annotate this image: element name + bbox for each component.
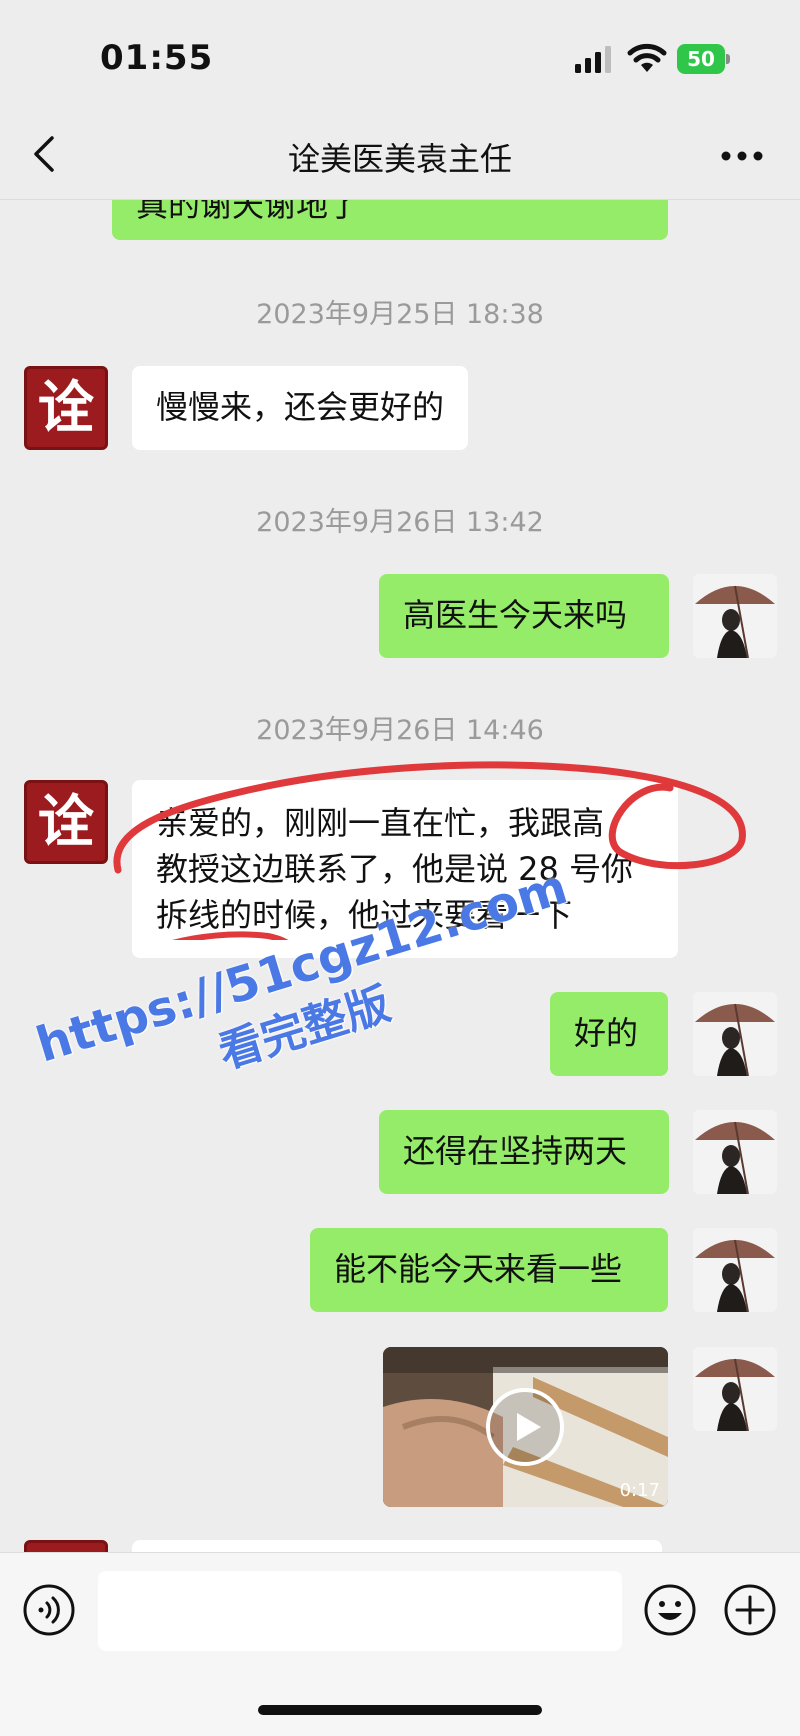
user-avatar[interactable] (693, 1347, 777, 1431)
voice-input-icon[interactable] (22, 1583, 76, 1637)
chat-title: 诠美医美袁主任 (287, 140, 512, 178)
sent-message[interactable]: 真的谢天谢地了 (112, 200, 668, 240)
signal-icon (575, 46, 611, 73)
sent-message[interactable]: 好的 (550, 992, 668, 1076)
emoji-icon[interactable] (643, 1583, 697, 1637)
sent-message[interactable]: 还得在坚持两天 (379, 1110, 669, 1194)
chat-header: 诠美医美袁主任 (0, 110, 800, 200)
battery-level: 50 (677, 44, 725, 74)
input-bar (0, 1552, 800, 1736)
user-avatar[interactable] (693, 1110, 777, 1194)
home-indicator[interactable] (258, 1705, 542, 1715)
timestamp: 2023年9月26日 13:42 (256, 507, 544, 538)
battery-icon: 50 (677, 44, 730, 74)
contact-avatar[interactable]: 诠 (24, 366, 108, 450)
status-time: 01:55 (100, 38, 214, 78)
timestamp: 2023年9月25日 18:38 (256, 299, 544, 330)
wifi-icon (627, 43, 667, 72)
message-input[interactable] (98, 1571, 622, 1651)
video-duration: 0:17 (619, 1480, 660, 1501)
sent-message[interactable]: 高医生今天来吗 (379, 574, 669, 658)
user-avatar[interactable] (693, 574, 777, 658)
received-message[interactable]: 慢慢来，还会更好的 (132, 366, 469, 450)
sent-message[interactable]: 能不能今天来看一些 (310, 1228, 668, 1312)
video-message[interactable]: 0:17 (383, 1347, 668, 1507)
received-message[interactable] (132, 1540, 662, 1552)
user-avatar[interactable] (693, 1228, 777, 1312)
contact-avatar[interactable] (24, 1540, 108, 1552)
play-icon[interactable] (485, 1387, 565, 1467)
message-list[interactable]: 真的谢天谢地了 2023年9月25日 18:38 诠 慢慢来，还会更好的 202… (0, 200, 800, 1552)
user-avatar[interactable] (693, 992, 777, 1076)
plus-icon[interactable] (723, 1583, 777, 1637)
more-options-icon[interactable] (712, 136, 772, 176)
